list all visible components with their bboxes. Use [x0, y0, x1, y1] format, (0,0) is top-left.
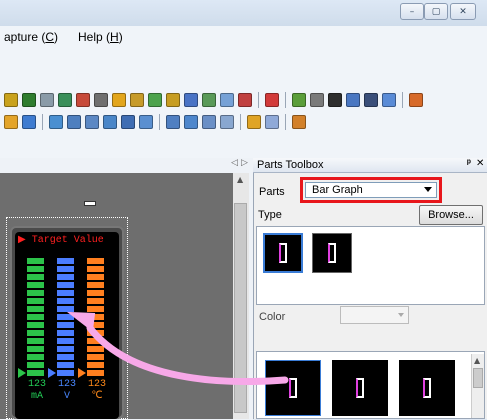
drag-arrow-path [86, 324, 289, 386]
drag-arrowhead-icon [66, 311, 96, 332]
drag-arrow-overlay [66, 311, 289, 386]
